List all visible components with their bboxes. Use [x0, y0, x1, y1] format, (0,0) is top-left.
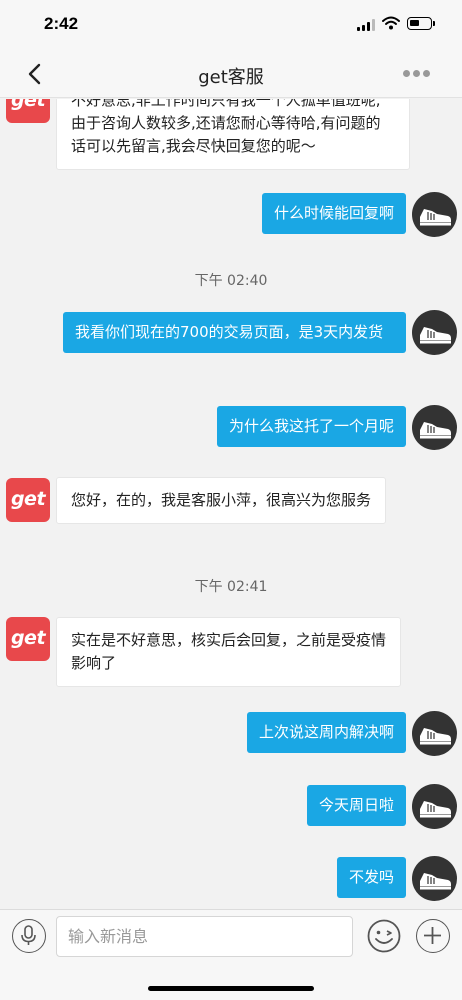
- sneaker-icon: [420, 327, 451, 344]
- user-message-bubble: 什么时候能回复啊: [261, 193, 406, 234]
- more-button[interactable]: [403, 70, 431, 78]
- user-avatar[interactable]: [412, 192, 457, 237]
- battery-icon: [407, 17, 435, 30]
- home-indicator: [148, 986, 314, 991]
- timestamp: 下午 02:41: [194, 579, 268, 595]
- chat-message-list[interactable]: get 不好意思,非工作时间只有我一个人孤单值班呢,由于咨询人数较多,还请您耐心…: [0, 99, 462, 909]
- agent-avatar[interactable]: get: [6, 617, 50, 661]
- user-avatar[interactable]: [412, 310, 457, 355]
- user-message-bubble: 我看你们现在的700的交易页面，是3天内发货: [63, 312, 406, 353]
- emoji-button[interactable]: [367, 919, 401, 953]
- sneaker-icon: [420, 728, 451, 745]
- user-avatar[interactable]: [412, 711, 457, 756]
- sneaker-icon: [420, 209, 451, 226]
- signal-icon: [357, 19, 377, 31]
- status-time: 2:42: [44, 14, 79, 33]
- timestamp: 下午 02:40: [194, 273, 268, 289]
- sneaker-icon: [420, 873, 451, 890]
- voice-button[interactable]: [12, 919, 46, 953]
- user-avatar[interactable]: [412, 784, 457, 829]
- user-message-bubble: 今天周日啦: [306, 785, 406, 826]
- voice-icon: [21, 925, 36, 945]
- sneaker-icon: [420, 422, 451, 439]
- agent-avatar[interactable]: get: [6, 478, 50, 522]
- plus-button[interactable]: [416, 919, 450, 953]
- wifi-icon: [382, 16, 400, 30]
- nav-bar: get客服: [0, 50, 462, 98]
- plus-icon: [424, 927, 441, 944]
- agent-message-bubble: 实在是不好意思，核实后会回复，之前是受疫情影响了: [56, 617, 401, 687]
- sneaker-icon: [420, 801, 451, 818]
- agent-message-bubble: 您好，在的，我是客服小萍，很高兴为您服务: [56, 477, 387, 524]
- page-title: get客服: [198, 67, 264, 88]
- agent-avatar[interactable]: get: [6, 99, 50, 123]
- emoji-icon: [367, 919, 401, 953]
- agent-message-bubble: 不好意思,非工作时间只有我一个人孤单值班呢,由于咨询人数较多,还请您耐心等待哈,…: [56, 99, 410, 170]
- user-message-bubble: 上次说这周内解决啊: [246, 712, 406, 753]
- user-avatar[interactable]: [412, 856, 457, 901]
- user-avatar[interactable]: [412, 405, 457, 450]
- more-icon: [403, 70, 410, 77]
- status-bar: 2:42: [0, 0, 462, 50]
- user-message-bubble: 为什么我这托了一个月呢: [216, 406, 406, 447]
- user-message-bubble: 不发吗: [336, 857, 406, 898]
- message-input[interactable]: [56, 916, 353, 957]
- input-bar: [0, 909, 462, 1000]
